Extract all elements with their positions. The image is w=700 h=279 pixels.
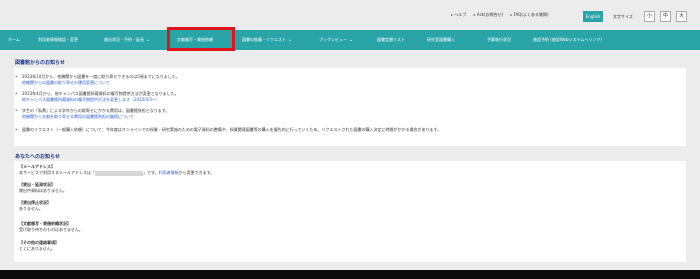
user-notices-panel bbox=[14, 161, 686, 262]
notice-text: 2023年4月から、他キャンパス図書館所蔵資料の複写物提供方法が変更となりました… bbox=[22, 91, 179, 96]
notice-item: 2023年10月から、他機関から図書を一度に取り寄せできるのは5冊までになりまし… bbox=[15, 74, 180, 86]
email-text-before: 本サービスで利用するメールアドレスは「 bbox=[19, 170, 95, 175]
library-notices-title: 図書館からのお知らせ bbox=[15, 60, 65, 66]
highlight-box bbox=[167, 27, 235, 51]
notice-text: 学生の「私費」による学外からの取寄せにかかる費用は、図書館負担となります。 bbox=[22, 108, 170, 113]
font-size-label: 文字サイズ bbox=[613, 14, 633, 19]
notice-link[interactable]: 他機関からの図書の取り寄せの運用変更について bbox=[22, 80, 180, 86]
loan-suspension-section: 【貸出停止状況】 ありません。 bbox=[19, 200, 51, 212]
utility-bar: ヘルプ Ask(お問合せ) FAQ(よくある質問) English 文字サイズ … bbox=[0, 0, 700, 30]
loan-status-section: 【貸出・延滞状況】 貸出中資料はありません。 bbox=[19, 182, 67, 194]
nav-book-recommendation[interactable]: 図書の推薦・リクエスト ⌄ bbox=[242, 30, 292, 50]
nav-budget-status-label: 予算執行状況 bbox=[487, 37, 511, 42]
nav-book-fixed-list[interactable]: 図書定額リスト bbox=[377, 30, 405, 50]
notice-text: 2023年10月から、他機関から図書を一度に取り寄せできるのは5冊までになりまし… bbox=[22, 74, 180, 79]
nav-book-review[interactable]: ブックレビュー ⌄ bbox=[319, 30, 353, 50]
nav-lab-book-purchase[interactable]: 研究室図書購入 bbox=[427, 30, 455, 50]
nav-facility-reservation-label: 施設予約 (施設Webシステムへリンク) bbox=[533, 37, 602, 42]
notice-item: 学生の「私費」による学外からの取寄せにかかる費用は、図書館負担となります。他機関… bbox=[15, 108, 170, 120]
copy-request-text: 受け取り待ちのものはありません。 bbox=[19, 227, 83, 232]
nav-book-review-label: ブックレビュー bbox=[319, 37, 347, 42]
nav-loan-status[interactable]: 貸出状況・予約・延長 ⌄ bbox=[104, 30, 150, 50]
notice-text: 図書のリクエスト（一般購入依頼）について：今年度はオンラインでの授業・研究実施の… bbox=[22, 127, 442, 132]
notice-link[interactable]: 他キャンパス図書館所蔵資料の複写物提供方法を変更します（2023/4/3~） bbox=[22, 97, 179, 103]
notice-item: 2023年4月から、他キャンパス図書館所蔵資料の複写物提供方法が変更となりました… bbox=[15, 91, 179, 103]
copy-request-section: 【文献複写・貸借依頼状況】 受け取り待ちのものはありません。 bbox=[19, 221, 83, 233]
nav-lab-book-purchase-label: 研究室図書購入 bbox=[427, 37, 455, 42]
chevron-down-icon: ⌄ bbox=[146, 37, 151, 43]
font-size-large-button[interactable]: 大 bbox=[676, 11, 687, 22]
utility-links: ヘルプ Ask(お問合せ) FAQ(よくある質問) bbox=[451, 12, 555, 18]
nav-budget-status[interactable]: 予算執行状況 bbox=[487, 30, 511, 50]
font-size-medium-button[interactable]: 中 bbox=[660, 11, 671, 22]
footer-bar bbox=[0, 270, 700, 279]
loan-status-text: 貸出中資料はありません。 bbox=[19, 188, 67, 193]
email-section: 【メールアドレス】 本サービスで利用するメールアドレスは「 」です。利用者情報から… bbox=[19, 164, 214, 176]
chevron-down-icon: ⌄ bbox=[349, 37, 354, 43]
nav-loan-status-label: 貸出状況・予約・延長 bbox=[104, 37, 144, 42]
font-size-small-button[interactable]: 小 bbox=[644, 11, 655, 22]
chevron-down-icon: ⌄ bbox=[288, 37, 293, 43]
nav-home[interactable]: ホーム bbox=[8, 30, 20, 50]
main-nav: ホーム 利用者情報確認・変更 貸出状況・予約・延長 ⌄ 文献複写・貸借依頼 図書の… bbox=[0, 30, 700, 50]
user-info-link[interactable]: 利用者情報 bbox=[159, 170, 179, 175]
nav-user-info[interactable]: 利用者情報確認・変更 bbox=[38, 30, 78, 50]
faq-link[interactable]: FAQ(よくある質問) bbox=[510, 12, 548, 17]
help-link[interactable]: ヘルプ bbox=[451, 12, 466, 17]
email-text-after: 」です。 bbox=[143, 170, 159, 175]
english-button[interactable]: English bbox=[583, 11, 603, 22]
nav-book-recommendation-label: 図書の推薦・リクエスト bbox=[242, 37, 286, 42]
nav-book-fixed-list-label: 図書定額リスト bbox=[377, 37, 405, 42]
user-notices-title: あなたへのお知らせ bbox=[15, 154, 60, 160]
nav-home-label: ホーム bbox=[8, 37, 20, 42]
ask-link[interactable]: Ask(お問合せ) bbox=[474, 12, 504, 17]
loan-suspension-text: ありません。 bbox=[19, 206, 43, 211]
other-notices-text: とくにありません。 bbox=[19, 246, 55, 251]
other-notices-section: 【その他の連絡事項】 とくにありません。 bbox=[19, 240, 59, 252]
notice-link[interactable]: 他機関から文献を取り寄せる費用の図書館負担の継続について bbox=[22, 114, 169, 120]
nav-user-info-label: 利用者情報確認・変更 bbox=[38, 37, 78, 42]
notice-item: 図書のリクエスト（一般購入依頼）について：今年度はオンラインでの授業・研究実施の… bbox=[15, 127, 442, 133]
email-text-end: から変更できます。 bbox=[178, 170, 215, 175]
nav-facility-reservation[interactable]: 施設予約 (施設Webシステムへリンク) bbox=[533, 30, 602, 50]
redacted-email bbox=[95, 170, 143, 176]
